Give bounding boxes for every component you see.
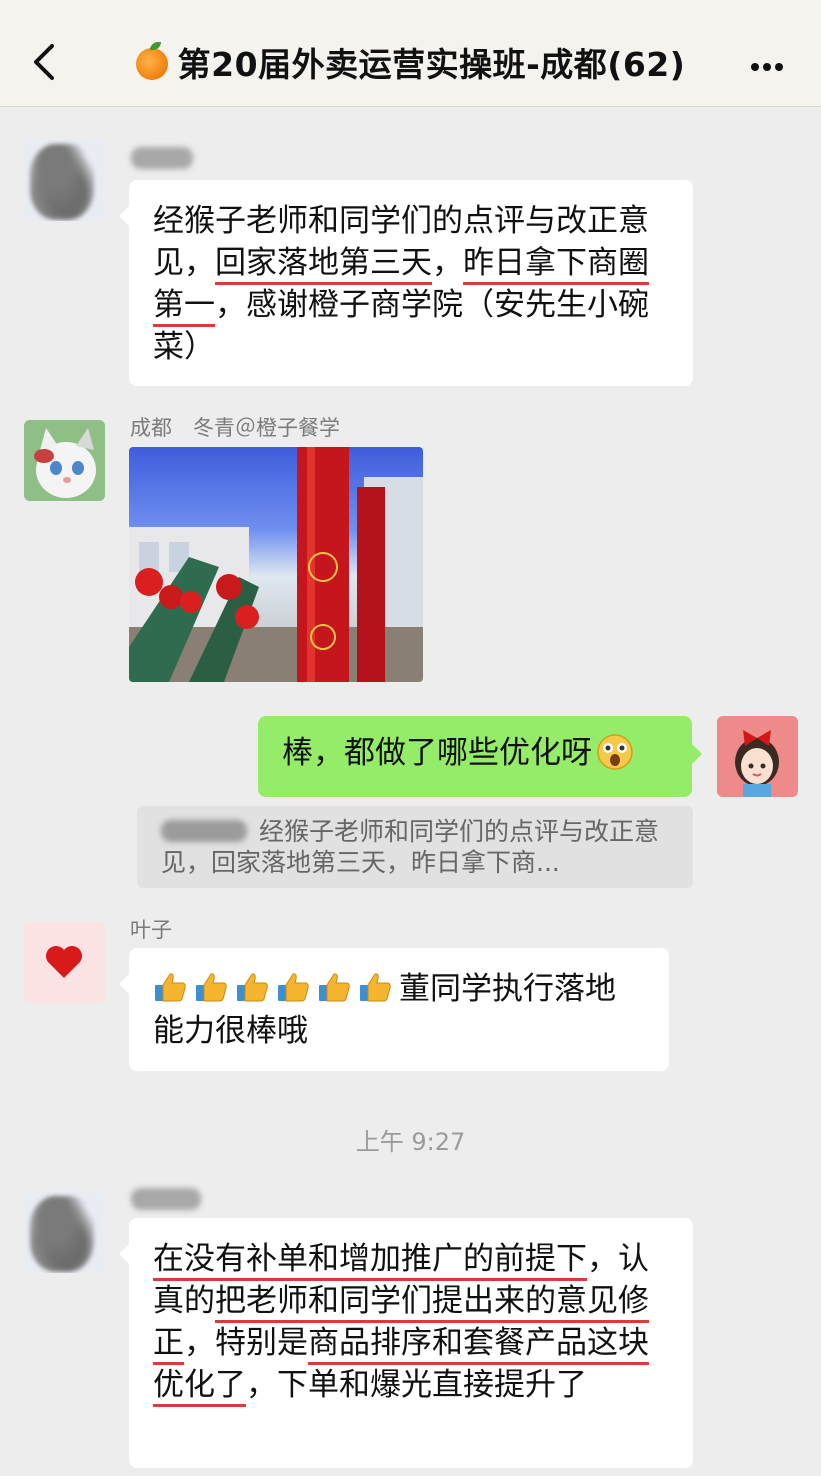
underlined-text: 在没有补单和增加推广的前提下 bbox=[153, 1241, 587, 1281]
chat-title: 第20届外卖运营实操班-成都(62) bbox=[0, 38, 821, 86]
self-message-text: 棒，都做了哪些优化呀 bbox=[282, 735, 592, 771]
thumbs-up-icon bbox=[155, 973, 186, 1002]
message-bubble[interactable]: 经猴子老师和同学们的点评与改正意见，回家落地第三天，昨日拿下商圈第一，感谢橙子商… bbox=[119, 180, 693, 386]
chat-header: 第20届外卖运营实操班-成都(62) bbox=[0, 0, 821, 107]
sender-name: 叶子 bbox=[130, 918, 172, 942]
underlined-text: 回家落地第三天 bbox=[215, 245, 432, 285]
chat-title-text: 第20届外卖运营实操班-成都(62) bbox=[177, 45, 686, 84]
message-text: ，下单和爆光直接提升了 bbox=[246, 1367, 587, 1403]
thumbs-up-icon bbox=[237, 973, 268, 1002]
sender-name-redacted bbox=[131, 147, 193, 169]
thumbs-up-icon bbox=[278, 973, 309, 1002]
message-text: ，感谢橙子商学院（安先生小碗菜） bbox=[153, 287, 649, 365]
message-bubble[interactable]: 董同学执行落地能力很棒哦 bbox=[119, 948, 669, 1071]
cat-avatar[interactable] bbox=[24, 420, 105, 501]
more-dots-icon[interactable] bbox=[751, 56, 787, 71]
quoted-sender-redacted bbox=[161, 820, 247, 842]
message-text: ， bbox=[432, 245, 463, 281]
sender-name-redacted bbox=[131, 1188, 201, 1210]
quoted-message[interactable]: 经猴子老师和同学们的点评与改正意见，回家落地第三天，昨日拿下商... bbox=[137, 806, 693, 888]
astonished-face-icon bbox=[597, 734, 633, 770]
thumbs-up-icon bbox=[319, 973, 350, 1002]
timestamp: 上午 9:27 bbox=[355, 1128, 466, 1156]
thumbs-up-icon bbox=[196, 973, 227, 1002]
thumbs-up-icon bbox=[360, 973, 391, 1002]
sender-name: 成都 冬青＠橙子餐学 bbox=[130, 416, 340, 440]
self-message-bubble[interactable]: 棒，都做了哪些优化呀 bbox=[258, 716, 702, 797]
sender-avatar[interactable] bbox=[24, 140, 105, 221]
sender-avatar[interactable] bbox=[24, 1192, 105, 1273]
photo-red-lanterns[interactable] bbox=[129, 447, 423, 682]
message-text: ，特别是 bbox=[184, 1325, 308, 1361]
heart-avatar[interactable] bbox=[24, 922, 105, 1003]
orange-icon bbox=[135, 42, 168, 80]
message-bubble[interactable]: 在没有补单和增加推广的前提下，认真的把老师和同学们提出来的意见修正，特别是商品排… bbox=[119, 1218, 693, 1468]
girl-avatar[interactable] bbox=[717, 716, 798, 797]
